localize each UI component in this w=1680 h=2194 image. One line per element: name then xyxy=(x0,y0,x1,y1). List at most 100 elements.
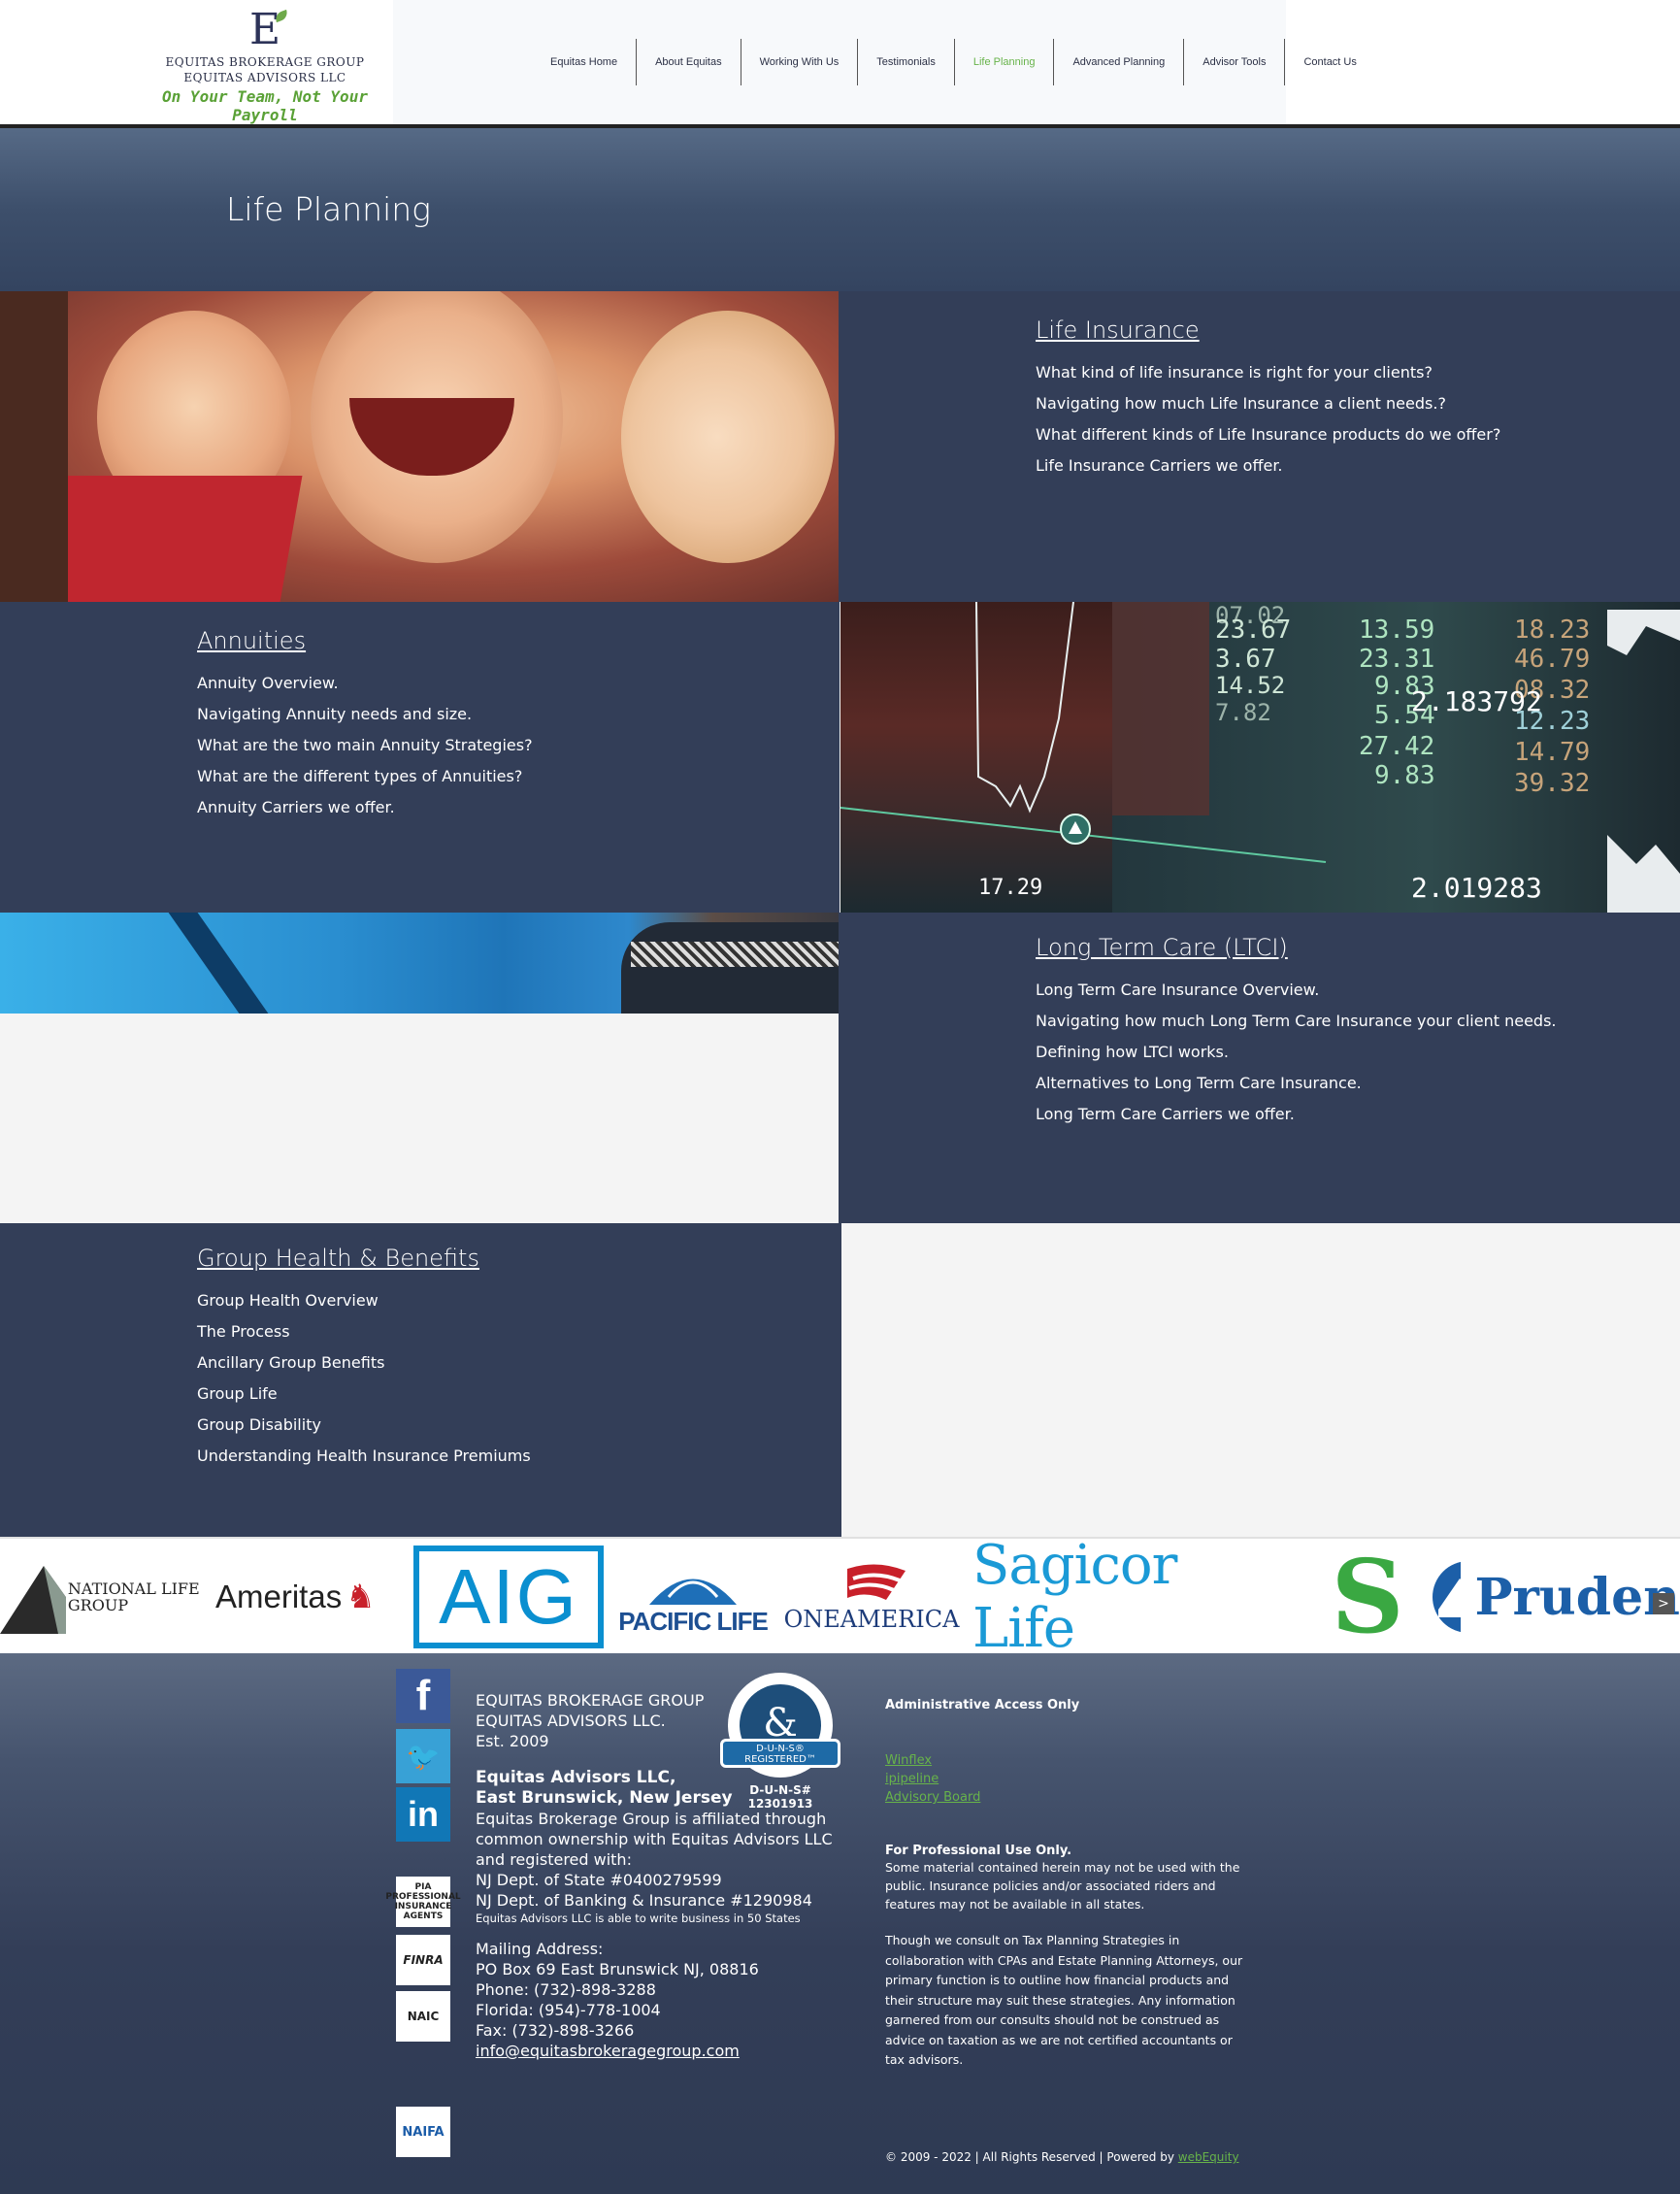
group-health-link[interactable]: Group Health Overview xyxy=(197,1285,841,1316)
main-nav: Equitas Home About Equitas Working With … xyxy=(532,39,1375,85)
affiliation-line: NJ Dept. of Banking & Insurance #1290984 xyxy=(476,1891,812,1910)
duns-ribbon: D-U-N-S® REGISTERED™ xyxy=(720,1739,840,1768)
annuities-link[interactable]: Annuity Overview. xyxy=(197,668,840,699)
page-title-band: Life Planning xyxy=(0,128,1680,291)
carrier-logo-strip: NATIONAL LIFE GROUP Ameritas ♞ AIG PACIF… xyxy=(0,1534,1680,1660)
disclaimer-block: For Professional Use Only. Some material… xyxy=(885,1844,1254,2071)
life-insurance-link[interactable]: What kind of life insurance is right for… xyxy=(1036,357,1680,388)
ameritas-logo[interactable]: Ameritas ♞ xyxy=(215,1539,406,1655)
rock-of-gibraltar-icon xyxy=(1433,1561,1462,1633)
company-block: EQUITAS BROKERAGE GROUP EQUITAS ADVISORS… xyxy=(476,1690,704,1751)
s-swoosh-logo[interactable]: S xyxy=(1304,1539,1431,1655)
ticker-number: 23.31 xyxy=(1359,645,1435,674)
annuities-link[interactable]: What are the different types of Annuitie… xyxy=(197,761,840,792)
ltci-panel: Long Term Care (LTCI) Long Term Care Ins… xyxy=(839,913,1680,1223)
affiliation-line: Equitas Brokerage Group is affiliated th… xyxy=(476,1810,827,1828)
admin-title: Administrative Access Only xyxy=(885,1698,1080,1712)
license-note: Equitas Advisors LLC is able to write bu… xyxy=(476,1911,801,1925)
duns-badge[interactable]: & D-U-N-S® REGISTERED™ D-U-N-S# 12301913 xyxy=(720,1673,840,1811)
ltci-link[interactable]: Defining how LTCI works. xyxy=(1036,1037,1680,1068)
group-health-link[interactable]: Group Disability xyxy=(197,1410,841,1441)
site-header: E EQUITAS BROKERAGE GROUP EQUITAS ADVISO… xyxy=(0,0,1680,128)
carousel-next-button[interactable]: > xyxy=(1653,1593,1674,1614)
life-insurance-link[interactable]: What different kinds of Life Insurance p… xyxy=(1036,419,1680,450)
swimsuit-pattern xyxy=(631,942,839,967)
affiliation-line: and registered with: xyxy=(476,1850,632,1869)
ltci-link[interactable]: Long Term Care Insurance Overview. xyxy=(1036,975,1680,1006)
email-link[interactable]: info@equitasbrokeragegroup.com xyxy=(476,2041,759,2061)
group-health-link[interactable]: Understanding Health Insurance Premiums xyxy=(197,1441,841,1472)
nav-equitas-home[interactable]: Equitas Home xyxy=(532,39,638,85)
empty-panel xyxy=(841,1223,1680,1537)
annuities-link[interactable]: What are the two main Annuity Strategies… xyxy=(197,730,840,761)
flag-icon xyxy=(847,1564,906,1600)
group-health-link[interactable]: The Process xyxy=(197,1316,841,1347)
facebook-icon[interactable]: f xyxy=(396,1669,450,1723)
ticker-number: 7.82 xyxy=(1215,699,1271,726)
pacific-life-logo[interactable]: PACIFIC LIFE xyxy=(615,1539,771,1655)
group-health-link[interactable]: Group Life xyxy=(197,1379,841,1410)
logo-line-2: EQUITAS ADVISORS LLC xyxy=(183,71,346,84)
ticker-number: 14.52 xyxy=(1215,672,1286,699)
winflex-link[interactable]: Winflex xyxy=(885,1751,1079,1770)
naic-badge-icon: NAIC xyxy=(396,1991,450,2042)
duns-number: D-U-N-S# 12301913 xyxy=(747,1783,813,1811)
duns-ribbon-line-2: REGISTERED™ xyxy=(744,1754,816,1765)
ticker-number: 23.67 xyxy=(1215,615,1292,645)
advisory-board-link[interactable]: Advisory Board xyxy=(885,1788,1079,1807)
life-insurance-link[interactable]: Life Insurance Carriers we offer. xyxy=(1036,450,1680,482)
life-insurance-panel: Life Insurance What kind of life insuran… xyxy=(839,291,1680,602)
ticker-number: 9.83 xyxy=(1374,761,1435,790)
mailing-block: Mailing Address: PO Box 69 East Brunswic… xyxy=(476,1939,759,2061)
annuities-panel: Annuities Annuity Overview. Navigating A… xyxy=(0,602,840,913)
pool-image-cell xyxy=(0,913,839,1223)
life-insurance-link[interactable]: Navigating how much Life Insurance a cli… xyxy=(1036,388,1680,419)
ameritas-name: Ameritas xyxy=(215,1579,343,1614)
national-life-logo[interactable]: NATIONAL LIFE GROUP xyxy=(0,1539,209,1655)
annuities-link[interactable]: Navigating Annuity needs and size. xyxy=(197,699,840,730)
affiliation-line: common ownership with Equitas Advisors L… xyxy=(476,1830,833,1848)
company-line: EQUITAS BROKERAGE GROUP xyxy=(476,1691,705,1710)
nav-about-equitas[interactable]: About Equitas xyxy=(637,39,741,85)
swimmer-shoulder xyxy=(621,922,839,1014)
ticker-number: 46.79 xyxy=(1514,645,1591,674)
ticker-number: 17.29 xyxy=(978,876,1043,900)
ltci-link[interactable]: Long Term Care Carriers we offer. xyxy=(1036,1099,1680,1130)
twitter-icon[interactable]: 🐦 xyxy=(396,1729,450,1783)
nav-contact-us[interactable]: Contact Us xyxy=(1285,39,1374,85)
group-health-heading[interactable]: Group Health & Benefits xyxy=(197,1245,841,1272)
life-insurance-heading[interactable]: Life Insurance xyxy=(1036,316,1680,344)
pia-badge-icon: PIA PROFESSIONAL INSURANCE AGENTS xyxy=(385,1877,461,1927)
oneamerica-name: ONEAMERICA xyxy=(783,1606,960,1633)
nav-working-with-us[interactable]: Working With Us xyxy=(741,39,859,85)
annuities-link[interactable]: Annuity Carriers we offer. xyxy=(197,792,840,823)
life-insurance-links: What kind of life insurance is right for… xyxy=(1036,357,1680,482)
ticker-number: 14.79 xyxy=(1514,738,1591,767)
annuities-links: Annuity Overview. Navigating Annuity nee… xyxy=(197,668,840,823)
prudential-logo[interactable]: Pruden xyxy=(1431,1539,1680,1655)
aig-logo[interactable]: AIG xyxy=(412,1539,605,1655)
logo-mark: E xyxy=(249,6,290,54)
nav-advisor-tools[interactable]: Advisor Tools xyxy=(1184,39,1286,85)
s-swoosh-mark: S xyxy=(1331,1537,1404,1656)
nav-testimonials[interactable]: Testimonials xyxy=(858,39,955,85)
nav-life-planning[interactable]: Life Planning xyxy=(955,39,1055,85)
ticker-number: 39.32 xyxy=(1514,769,1591,798)
ltci-link[interactable]: Alternatives to Long Term Care Insurance… xyxy=(1036,1068,1680,1099)
sagicor-logo[interactable]: Sagicor Life xyxy=(972,1534,1293,1660)
linkedin-icon[interactable]: in xyxy=(396,1787,450,1842)
mailing-line: Fax: (732)-898-3266 xyxy=(476,2021,635,2040)
oneamerica-logo[interactable]: ONEAMERICA xyxy=(776,1539,967,1655)
annuities-heading[interactable]: Annuities xyxy=(197,627,840,654)
sagicor-name: Sagicor Life xyxy=(972,1534,1177,1660)
finra-badge-icon: FINRA xyxy=(396,1935,450,1985)
nav-advanced-planning[interactable]: Advanced Planning xyxy=(1054,39,1185,85)
ltci-heading[interactable]: Long Term Care (LTCI) xyxy=(1036,934,1680,961)
group-health-link[interactable]: Ancillary Group Benefits xyxy=(197,1347,841,1379)
site-logo[interactable]: E EQUITAS BROKERAGE GROUP EQUITAS ADVISO… xyxy=(136,6,394,125)
company-line: EQUITAS ADVISORS LLC. xyxy=(476,1712,666,1730)
copyright: © 2009 - 2022 | All Rights Reserved | Po… xyxy=(885,2150,1239,2164)
webequity-link[interactable]: webEquity xyxy=(1178,2150,1239,2164)
ltci-link[interactable]: Navigating how much Long Term Care Insur… xyxy=(1036,1006,1680,1037)
ipipeline-link[interactable]: ipipeline xyxy=(885,1770,1079,1788)
